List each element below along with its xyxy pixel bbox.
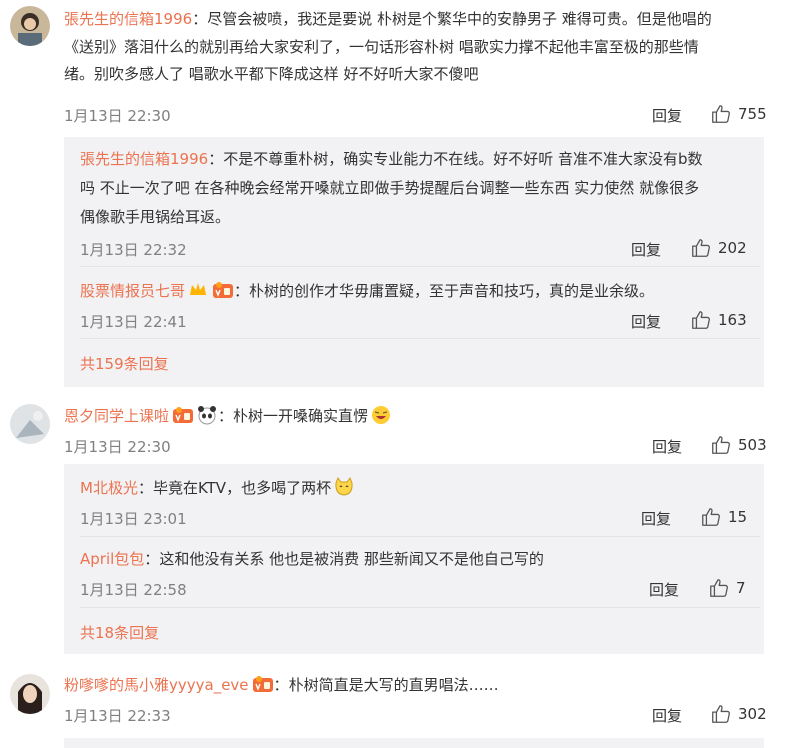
separator: ：	[208, 150, 224, 168]
comment-text: 《送别》落泪什么的就别再给大家安利了，一句话形容朴树 唱歌实力撑不起他丰富至极的…	[64, 37, 699, 56]
timestamp: 1月13日 22:41	[80, 313, 187, 331]
reply-button[interactable]: 回复	[631, 239, 661, 260]
timestamp: 1月13日 22:33	[64, 707, 171, 725]
reply-button[interactable]: 回复	[652, 705, 682, 726]
reply-button[interactable]: 回复	[652, 436, 682, 457]
reply-meta: 1月13日 23:01 回复 15	[80, 506, 760, 530]
like-count: 302	[738, 705, 767, 723]
crown-icon	[187, 279, 209, 301]
separator: ：	[192, 10, 208, 28]
view-more-replies-link[interactable]: 共159条回复	[80, 353, 169, 374]
view-more-replies-link[interactable]: 共18条回复	[80, 622, 159, 643]
reply-text: 这和他没有关系 他也是被消费 那些新闻又不是他自己写的	[159, 550, 544, 568]
thumb-up-icon	[700, 506, 722, 528]
reply-body: April包包：这和他没有关系 他也是被消费 那些新闻又不是他自己写的	[80, 545, 760, 574]
like-count: 7	[736, 579, 746, 597]
comment-text: 朴树简直是大写的直男唱法……	[288, 676, 499, 694]
reply-button[interactable]: 回复	[652, 105, 682, 126]
separator: ：	[144, 550, 160, 568]
timestamp: 1月13日 22:30	[64, 438, 171, 456]
thumb-up-icon	[710, 103, 732, 125]
comment-meta: 1月13日 22:33 回复 302	[64, 703, 774, 727]
separator: ：	[218, 407, 234, 425]
comment-meta: 1月13日 22:30 回复 755	[64, 103, 774, 127]
comment-text: 朴树一开嗓确实直愣	[233, 407, 369, 425]
reply-meta: 1月13日 22:32 回复 202	[80, 237, 760, 261]
comment-body: 恩夕同学上课啦 ：朴树一开嗓确实直愣	[64, 403, 764, 431]
comment-body: 張先生的信箱1996：尽管会被喷，我还是要说 朴树是个繁华中的安静男子 难得可贵…	[64, 6, 764, 89]
separator: ：	[137, 479, 153, 497]
avatar[interactable]	[10, 404, 50, 444]
timestamp: 1月13日 22:58	[80, 581, 187, 599]
username-link[interactable]: 恩夕同学上课啦	[64, 407, 169, 425]
vip-badge-icon	[212, 280, 234, 298]
reply-text: 偶像歌手甩锅给耳返。	[80, 208, 231, 226]
thumb-up-icon	[708, 577, 730, 599]
avatar[interactable]	[10, 674, 50, 714]
like-count: 15	[728, 508, 748, 526]
divider	[80, 536, 760, 537]
vip-badge-icon	[252, 675, 274, 693]
like-count: 503	[738, 436, 767, 454]
reply-text: 朴树的创作才华毋庸置疑，至于声音和技巧，真的是业余级。	[249, 282, 655, 300]
divider	[80, 607, 760, 608]
reply-list	[64, 738, 764, 748]
thumb-up-icon	[690, 309, 712, 331]
reply-button[interactable]: 回复	[641, 508, 671, 529]
timestamp: 1月13日 23:01	[80, 510, 187, 528]
separator: ：	[234, 282, 250, 300]
username-link[interactable]: M北极光	[80, 479, 138, 497]
thumb-up-icon	[690, 237, 712, 259]
reply-list: 張先生的信箱1996：不是不尊重朴树，确实专业能力不在线。好不好听 音准不准大家…	[64, 137, 764, 387]
vip-badge-icon	[172, 406, 194, 424]
divider	[80, 338, 760, 339]
reply-button[interactable]: 回复	[631, 311, 661, 332]
reply-body: 股票情报员七哥 ：朴树的创作才华毋庸置疑，至于声音和技巧，真的是业余级。	[80, 277, 760, 306]
like-button[interactable]: 503	[710, 434, 767, 456]
username-link[interactable]: April包包	[80, 550, 144, 568]
like-count: 163	[718, 311, 747, 329]
username-link[interactable]: 張先生的信箱1996	[80, 150, 208, 168]
username-link[interactable]: 張先生的信箱1996	[64, 10, 192, 28]
comment-body: 粉嗲嗲的馬小雅yyyya_eve ：朴树简直是大写的直男唱法……	[64, 672, 764, 700]
cat-emoji-icon	[333, 476, 355, 498]
reply-text: 不是不尊重朴树，确实专业能力不在线。好不好听 音准不准大家没有b数	[223, 150, 703, 168]
separator: ：	[273, 676, 289, 694]
laugh-emoji-icon	[370, 404, 392, 426]
reply-meta: 1月13日 22:58 回复 7	[80, 577, 760, 601]
reply-text: 吗 不止一次了吧 在各种晚会经常开嗓就立即做手势提醒后台调整一些东西 实力使然 …	[80, 179, 700, 197]
timestamp: 1月13日 22:30	[64, 107, 171, 125]
reply-body: 張先生的信箱1996：不是不尊重朴树，确实专业能力不在线。好不好听 音准不准大家…	[80, 145, 760, 232]
reply-button[interactable]: 回复	[649, 579, 679, 600]
reply-list: M北极光：毕竟在KTV，也多喝了两杯 1月13日 23:01 回复 15 Apr…	[64, 464, 764, 654]
reply-text: 毕竟在KTV，也多喝了两杯	[152, 479, 332, 497]
like-button[interactable]: 302	[710, 703, 767, 725]
like-button[interactable]: 163	[690, 309, 747, 331]
like-count: 202	[718, 239, 747, 257]
username-link[interactable]: 粉嗲嗲的馬小雅yyyya_eve	[64, 676, 249, 694]
comment-meta: 1月13日 22:30 回复 503	[64, 434, 774, 458]
comment-text: 绪。别吹多感人了 唱歌水平都下降成这样 好不好听大家不傻吧	[64, 65, 479, 83]
thumb-up-icon	[710, 703, 732, 725]
avatar[interactable]	[10, 6, 50, 46]
timestamp: 1月13日 22:32	[80, 241, 187, 259]
reply-body: M北极光：毕竟在KTV，也多喝了两杯	[80, 474, 760, 503]
divider	[80, 266, 760, 267]
like-button[interactable]: 7	[708, 577, 746, 599]
like-count: 755	[738, 105, 767, 123]
like-button[interactable]: 202	[690, 237, 747, 259]
panda-emoji-icon	[196, 404, 218, 426]
like-button[interactable]: 15	[700, 506, 747, 528]
like-button[interactable]: 755	[710, 103, 767, 125]
comment-text: 尽管会被喷，我还是要说 朴树是个繁华中的安静男子 难得可贵。但是他唱的	[207, 10, 712, 28]
thumb-up-icon	[710, 434, 732, 456]
username-link[interactable]: 股票情报员七哥	[80, 282, 185, 300]
reply-meta: 1月13日 22:41 回复 163	[80, 309, 760, 333]
